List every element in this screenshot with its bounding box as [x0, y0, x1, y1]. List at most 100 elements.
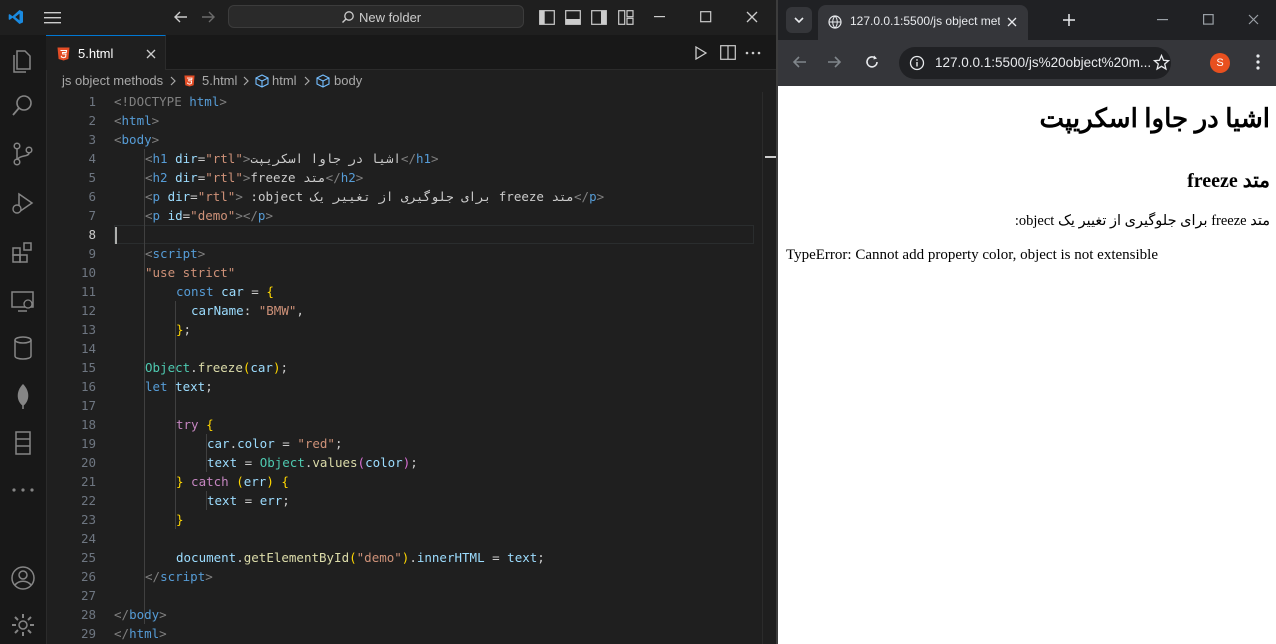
token: >	[197, 246, 206, 261]
code-editor[interactable]: 1 2 3 4 5 6 7 8 9 10 11 12 13 14 15 16 1…	[46, 92, 777, 644]
token: script	[152, 246, 198, 261]
token: </	[114, 607, 130, 622]
maximize-icon[interactable]	[1203, 14, 1214, 25]
browser-tab[interactable]: 127.0.0.1:5500/js object methods	[818, 5, 1028, 40]
code-line-11: const car = {	[176, 282, 274, 301]
token: {	[281, 474, 289, 489]
token: color	[237, 436, 275, 451]
search-text: New folder	[359, 10, 422, 25]
minimize-icon[interactable]	[1157, 19, 1169, 21]
notebook-icon[interactable]	[10, 430, 36, 456]
line-number: 19	[80, 436, 96, 451]
code-line-10: "use strict"	[145, 263, 235, 282]
maximize-icon[interactable]	[700, 11, 712, 23]
close-window-icon[interactable]	[746, 11, 758, 23]
token: dir	[167, 151, 198, 166]
token: "demo"	[190, 208, 236, 223]
tab-label: 5.html	[78, 46, 114, 61]
browser-menu-icon[interactable]	[1256, 54, 1260, 70]
token: Object	[145, 360, 191, 375]
current-line-highlight	[114, 225, 754, 244]
toggle-primary-sidebar-icon[interactable]	[539, 10, 555, 25]
token: >	[235, 189, 243, 204]
token: innerHTML	[416, 550, 485, 565]
token: متد freeze	[250, 170, 326, 185]
breadcrumb-folder[interactable]: js object methods	[62, 73, 163, 88]
editor-scrollbar[interactable]	[762, 92, 777, 644]
forward-arrow-icon[interactable]	[827, 55, 842, 69]
back-arrow-icon[interactable]	[173, 10, 189, 24]
token: اشیا در جاوا اسکریپت	[250, 151, 401, 166]
back-arrow-icon[interactable]	[792, 55, 807, 69]
breadcrumb-file[interactable]: 5.html	[202, 73, 237, 88]
bookmark-star-icon[interactable]	[1153, 54, 1170, 71]
token: (	[357, 455, 366, 470]
remote-explorer-icon[interactable]	[10, 288, 36, 314]
close-tab-icon[interactable]	[1007, 17, 1017, 27]
site-info-icon[interactable]	[909, 55, 925, 71]
source-control-icon[interactable]	[10, 141, 36, 167]
token: carName	[191, 303, 244, 318]
vscode-window: New folder 5.html js object methods 5.ht…	[0, 0, 777, 644]
line-number: 15	[80, 360, 96, 375]
search-icon	[342, 11, 354, 23]
mongodb-leaf-icon[interactable]	[10, 382, 36, 410]
close-window-icon[interactable]	[1248, 14, 1259, 25]
explorer-icon[interactable]	[10, 48, 36, 74]
token: .	[229, 436, 238, 451]
toggle-secondary-sidebar-icon[interactable]	[591, 10, 607, 25]
split-editor-icon[interactable]	[720, 45, 736, 60]
code-line-19: car.color = "red";	[207, 434, 343, 453]
accounts-icon[interactable]	[10, 565, 36, 591]
token: car	[207, 436, 230, 451]
menu-icon[interactable]	[44, 11, 62, 25]
toggle-panel-icon[interactable]	[565, 10, 581, 25]
token: <	[145, 151, 153, 166]
line-number: 26	[80, 569, 96, 584]
command-center-search[interactable]: New folder	[228, 5, 524, 28]
tab-5-html[interactable]: 5.html	[46, 35, 166, 70]
breadcrumb-body[interactable]: body	[334, 73, 362, 88]
token: p	[152, 189, 161, 204]
line-number: 29	[80, 626, 96, 641]
reload-icon[interactable]	[864, 54, 880, 70]
code-line-6: <p dir="rtl">متد freeze برای جلوگیری از …	[145, 187, 604, 206]
extensions-icon[interactable]	[10, 239, 36, 265]
token: car	[250, 360, 273, 375]
line-number: 28	[80, 607, 96, 622]
search-view-icon[interactable]	[10, 93, 36, 119]
database-icon[interactable]	[10, 335, 36, 361]
minimize-icon[interactable]	[654, 16, 666, 18]
code-line-29: </html>	[114, 624, 167, 643]
more-views-icon[interactable]	[11, 487, 35, 493]
token: p	[152, 208, 161, 223]
chevron-right-icon	[170, 76, 176, 86]
breadcrumb-html[interactable]: html	[272, 73, 297, 88]
token: dir	[167, 170, 198, 185]
address-bar[interactable]: 127.0.0.1:5500/js%20object%20m...	[899, 47, 1171, 79]
line-number: 25	[80, 550, 96, 565]
token: car	[213, 284, 244, 299]
token: .	[409, 550, 417, 565]
run-file-icon[interactable]	[695, 46, 707, 60]
token: document	[176, 550, 237, 565]
token: </	[400, 151, 416, 166]
customize-layout-icon[interactable]	[618, 10, 634, 25]
new-tab-icon[interactable]	[1063, 14, 1075, 26]
run-and-debug-icon[interactable]	[10, 191, 36, 217]
close-tab-icon[interactable]	[146, 49, 156, 59]
line-number-active: 8	[88, 227, 96, 242]
forward-arrow-icon[interactable]	[200, 10, 216, 24]
token: id	[160, 208, 183, 223]
line-number: 18	[80, 417, 96, 432]
token: "rtl"	[205, 170, 243, 185]
more-actions-icon[interactable]	[745, 51, 761, 55]
tab-search-button[interactable]	[786, 7, 812, 33]
line-number: 13	[80, 322, 96, 337]
chevron-right-icon	[304, 76, 310, 86]
settings-gear-icon[interactable]	[10, 612, 36, 638]
code-line-28: </body>	[114, 605, 167, 624]
profile-avatar[interactable]: S	[1210, 53, 1230, 73]
token: ;	[205, 379, 213, 394]
token: text	[207, 455, 238, 470]
